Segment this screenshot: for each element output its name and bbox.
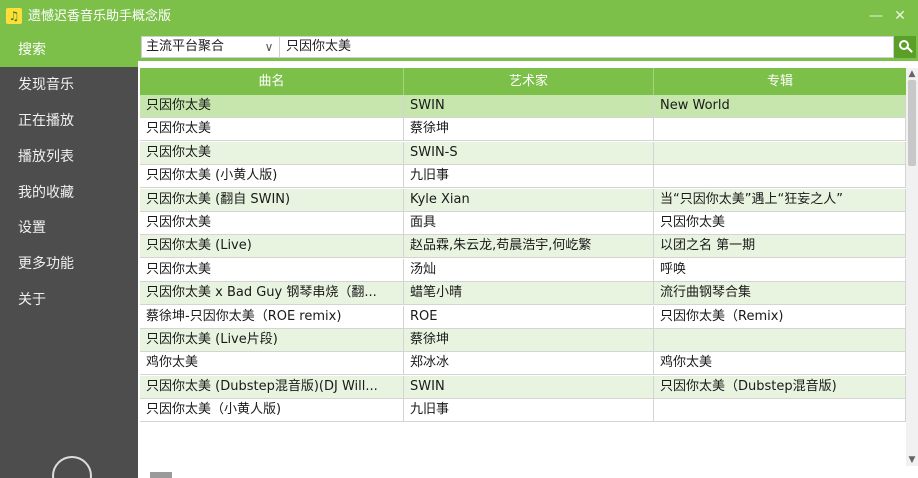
scrollbar[interactable]: ▲ ▼ (906, 68, 918, 466)
cell-title: 蔡徐坤-只因你太美（ROE remix) (140, 305, 404, 328)
cell-artist: Kyle Xian (404, 188, 654, 211)
cell-album: 鸡你太美 (654, 352, 906, 375)
table-row[interactable]: 只因你太美（小黄人版) 九旧事 (140, 399, 906, 423)
sidebar-item-more[interactable]: 更多功能 (0, 247, 138, 281)
table-row[interactable]: 鸡你太美 郑冰冰 鸡你太美 (140, 352, 906, 376)
table-row[interactable]: 只因你太美 面具 只因你太美 (140, 212, 906, 235)
cell-album: New World (654, 95, 906, 117)
sidebar-item-discover[interactable]: 发现音乐 (0, 68, 138, 102)
table-row[interactable]: 只因你太美 蔡徐坤 (140, 118, 906, 142)
cell-album: 只因你太美 (654, 212, 906, 234)
column-header-artist[interactable]: 艺术家 (404, 68, 654, 95)
cell-title: 鸡你太美 (140, 352, 404, 375)
cell-title: 只因你太美 (140, 118, 404, 141)
cell-title: 只因你太美 (140, 141, 404, 164)
cell-artist: SWIN (404, 375, 654, 398)
cell-album (654, 329, 906, 351)
cell-album (654, 141, 906, 164)
cell-title: 只因你太美 (小黄人版) (140, 165, 404, 188)
table-row[interactable]: 只因你太美 (小黄人版) 九旧事 (140, 165, 906, 189)
cell-title: 只因你太美 (140, 258, 404, 281)
results-table: 曲名 艺术家 专辑 只因你太美 SWIN New World 只因你太美 蔡徐坤 只因你太… (140, 68, 906, 478)
table-row[interactable]: 只因你太美 汤灿 呼唤 (140, 258, 906, 282)
cell-album: 以团之名 第一期 (654, 235, 906, 258)
cell-title: 只因你太美 (Live) (140, 235, 404, 258)
search-input[interactable]: 只因你太美 (280, 36, 894, 58)
cell-artist: 汤灿 (404, 258, 654, 281)
cell-title: 只因你太美 (140, 95, 404, 117)
cell-artist: ROE (404, 305, 654, 328)
cell-artist: SWIN (404, 95, 654, 117)
cell-title: 只因你太美（小黄人版) (140, 399, 404, 422)
title-bar: ♫ 遗憾迟香音乐助手概念版 — ✕ (0, 0, 918, 33)
cell-album (654, 118, 906, 141)
cell-title: 只因你太美 (Live片段) (140, 329, 404, 351)
platform-select-value: 主流平台聚合 (146, 39, 225, 54)
table-row[interactable]: 只因你太美 SWIN New World (140, 95, 906, 118)
scroll-thumb[interactable] (908, 80, 916, 166)
cell-artist: 九旧事 (404, 165, 654, 188)
scroll-down-icon[interactable]: ▼ (906, 454, 918, 466)
table-row[interactable]: 只因你太美 (Dubstep混音版)(DJ Will... SWIN 只因你太美（D… (140, 375, 906, 399)
table-row[interactable]: 只因你太美 SWIN-S (140, 141, 906, 165)
cell-artist: SWIN-S (404, 141, 654, 164)
cell-artist: 郑冰冰 (404, 352, 654, 375)
search-button[interactable] (894, 36, 916, 58)
cell-title: 只因你太美 (140, 212, 404, 234)
column-header-album[interactable]: 专辑 (654, 68, 906, 95)
table-header: 曲名 艺术家 专辑 (140, 68, 906, 95)
sidebar-item-settings[interactable]: 设置 (0, 211, 138, 245)
table-row[interactable]: 只因你太美 (Live) 赵品霖,朱云龙,苟晨浩宇,何屹繁 以团之名 第一期 (140, 235, 906, 259)
cell-artist: 蜡笔小晴 (404, 282, 654, 305)
cell-artist: 九旧事 (404, 399, 654, 422)
cell-artist: 蔡徐坤 (404, 329, 654, 351)
sidebar: 搜索 发现音乐 正在播放 播放列表 我的收藏 设置 更多功能 关于 (0, 33, 138, 478)
platform-select[interactable]: 主流平台聚合 ∨ (141, 36, 280, 58)
close-button[interactable]: ✕ (890, 6, 910, 26)
cell-album: 流行曲钢琴合集 (654, 282, 906, 305)
cell-album: 当“只因你太美”遇上“狂妄之人” (654, 188, 906, 211)
cell-artist: 赵品霖,朱云龙,苟晨浩宇,何屹繁 (404, 235, 654, 258)
table-row[interactable]: 蔡徐坤-只因你太美（ROE remix) ROE 只因你太美（Remix) (140, 305, 906, 329)
cell-album: 只因你太美（Remix) (654, 305, 906, 328)
cell-album: 呼唤 (654, 258, 906, 281)
cell-artist: 面具 (404, 212, 654, 234)
chevron-down-icon: ∨ (264, 40, 274, 54)
sidebar-item-about[interactable]: 关于 (0, 283, 138, 317)
column-header-title[interactable]: 曲名 (140, 68, 404, 95)
cell-album (654, 165, 906, 188)
scroll-up-icon[interactable]: ▲ (906, 68, 918, 80)
cell-artist: 蔡徐坤 (404, 118, 654, 141)
table-row[interactable]: 只因你太美 (Live片段) 蔡徐坤 (140, 329, 906, 352)
cell-album: 只因你太美（Dubstep混音版) (654, 375, 906, 398)
cell-title: 只因你太美 (翻自 SWIN) (140, 188, 404, 211)
sidebar-item-favorites[interactable]: 我的收藏 (0, 176, 138, 210)
music-note-icon: ♫ (6, 8, 22, 24)
window-title: 遗憾迟香音乐助手概念版 (28, 9, 172, 24)
minimize-button[interactable]: — (866, 6, 886, 26)
search-bar: 主流平台聚合 ∨ 只因你太美 (138, 33, 918, 61)
table-row[interactable]: 只因你太美 (翻自 SWIN) Kyle Xian 当“只因你太美”遇上“狂妄之人” (140, 188, 906, 212)
table-row[interactable]: 只因你太美 x Bad Guy 钢琴串烧（翻... 蜡笔小晴 流行曲钢琴合集 (140, 282, 906, 306)
album-thumbnail[interactable] (150, 472, 172, 478)
cell-album (654, 399, 906, 422)
cell-title: 只因你太美 (Dubstep混音版)(DJ Will... (140, 375, 404, 398)
sidebar-item-playlist[interactable]: 播放列表 (0, 140, 138, 174)
cell-title: 只因你太美 x Bad Guy 钢琴串烧（翻... (140, 282, 404, 305)
sidebar-item-now-playing[interactable]: 正在播放 (0, 104, 138, 138)
sidebar-item-search[interactable]: 搜索 (0, 33, 138, 67)
